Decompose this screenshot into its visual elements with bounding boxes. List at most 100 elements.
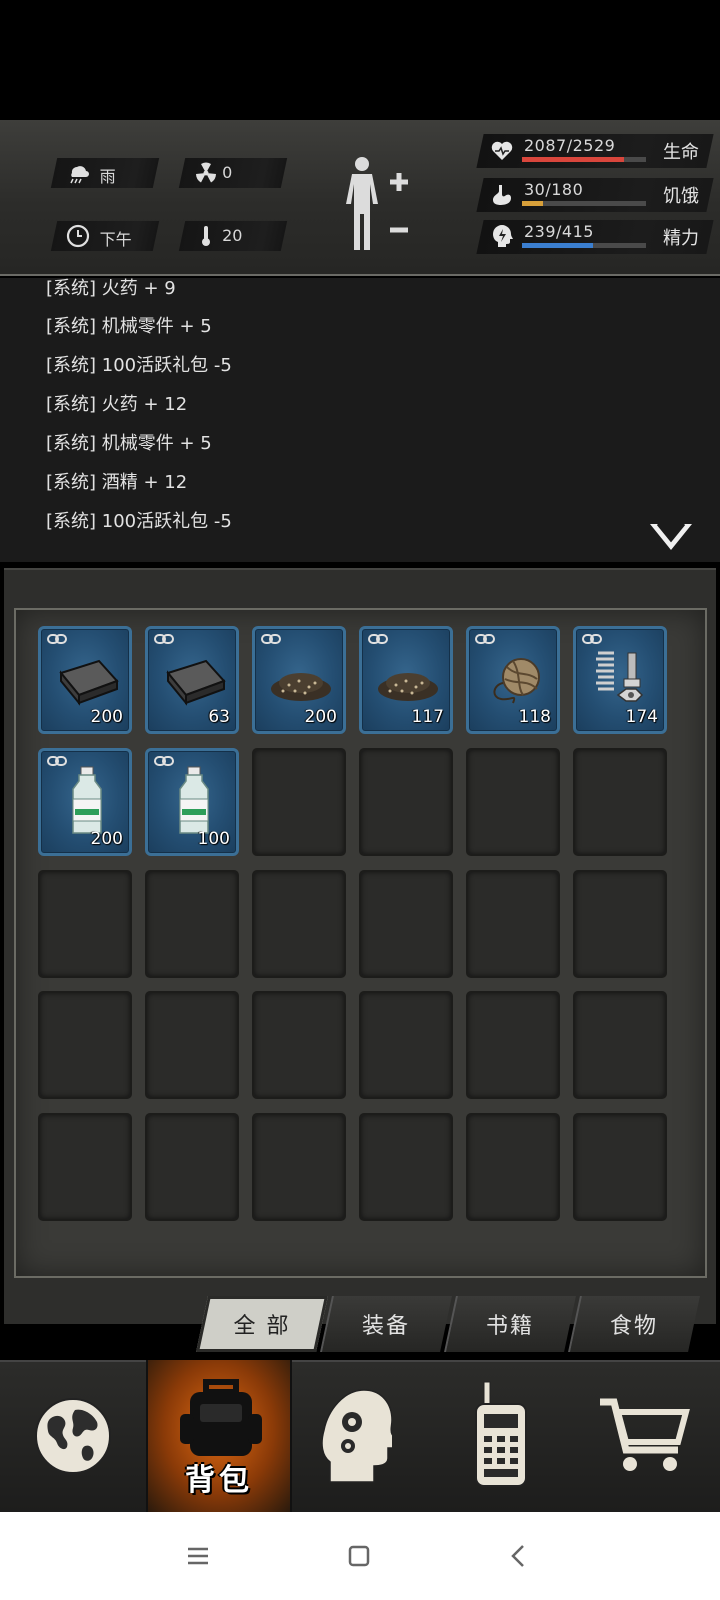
log-line: [系统] 火药 + 12 [46, 394, 188, 415]
log-line: [系统] 火药 + 9 [46, 278, 176, 299]
time-of-day: 下午 [99, 230, 132, 249]
tab-all-label: 全 部 [233, 1314, 291, 1339]
inventory-slot-empty[interactable] [466, 748, 560, 856]
hunger-stat: 30/180 饥饿 [476, 178, 714, 212]
temperature-value: 20 [222, 226, 243, 245]
alcohol-bottle-icon [72, 766, 102, 834]
inventory-slot-empty[interactable] [252, 748, 346, 856]
inventory-slot-empty[interactable] [359, 748, 453, 856]
inventory-slot-empty[interactable] [252, 991, 346, 1099]
inventory-slot-empty[interactable] [573, 870, 667, 978]
inventory-slot-item[interactable]: 117 [359, 626, 453, 734]
thermometer-icon [202, 226, 210, 246]
nav-radio-button[interactable] [438, 1360, 584, 1512]
item-quantity: 100 [197, 829, 230, 849]
log-line: [系统] 100活跃礼包 -5 [46, 511, 232, 532]
tab-books-label: 书籍 [485, 1314, 534, 1339]
inventory-slot-item[interactable]: 100 [145, 748, 239, 856]
energy-label: 精力 [663, 228, 699, 249]
inventory-slot-empty[interactable] [466, 991, 560, 1099]
weather-text: 雨 [99, 167, 116, 186]
time-chip: 下午 [50, 221, 160, 251]
tab-food-label: 食物 [609, 1314, 658, 1339]
nav-skills-button[interactable] [292, 1360, 438, 1512]
temperature-chip: 20 [178, 221, 288, 251]
tab-books[interactable]: 书籍 [444, 1296, 576, 1352]
spring-bolt-icon [596, 651, 644, 702]
inventory-slot-empty[interactable] [252, 1113, 346, 1221]
inventory-slot-empty[interactable] [573, 1113, 667, 1221]
cart-icon [600, 1398, 690, 1471]
clock-icon [66, 224, 90, 248]
item-quantity: 174 [625, 707, 658, 727]
tab-equipment-label: 装备 [361, 1314, 410, 1339]
inventory-slot-item[interactable]: 174 [573, 626, 667, 734]
brain-gears-icon [322, 1389, 392, 1483]
heart-icon [491, 141, 513, 160]
hunger-label: 饥饿 [663, 186, 699, 207]
message-log[interactable]: [系统] 火药 + 9 [系统] 机械零件 + 5 [系统] 100活跃礼包 -… [0, 278, 720, 562]
inventory-slot-empty[interactable] [466, 1113, 560, 1221]
nav-backpack-button[interactable]: 背包 [146, 1360, 292, 1512]
inventory-slot-empty[interactable] [359, 1113, 453, 1221]
stomach-icon [493, 185, 511, 205]
inventory-slot-empty[interactable] [38, 870, 132, 978]
item-quantity: 200 [90, 829, 123, 849]
tab-food[interactable]: 食物 [568, 1296, 700, 1352]
inventory-slot-item[interactable]: 200 [252, 626, 346, 734]
log-line: [系统] 机械零件 + 5 [46, 433, 212, 454]
inventory-slot-item[interactable]: 118 [466, 626, 560, 734]
head-lightning-icon [493, 225, 513, 247]
log-line: [系统] 机械零件 + 5 [46, 316, 212, 337]
body-figure-icon[interactable] [340, 154, 412, 254]
energy-value: 239/415 [524, 222, 594, 241]
item-quantity: 200 [304, 707, 337, 727]
log-line: [系统] 酒精 + 12 [46, 472, 188, 493]
home-square-icon[interactable] [343, 1540, 375, 1572]
nav-backpack-label: 背包 [185, 1463, 253, 1498]
item-quantity: 118 [518, 707, 551, 727]
health-value: 2087/2529 [524, 136, 616, 155]
energy-bar-fill [522, 243, 594, 248]
radio-icon [475, 1381, 527, 1487]
rope-ball-icon [493, 658, 540, 704]
metal-bar-icon [166, 659, 226, 706]
inventory-slot-empty[interactable] [145, 870, 239, 978]
health-label: 生命 [663, 142, 699, 163]
nav-shop-button[interactable] [584, 1360, 720, 1512]
health-stat: 2087/2529 生命 [476, 134, 714, 168]
back-chevron-icon[interactable] [503, 1540, 535, 1572]
tab-equipment[interactable]: 装备 [320, 1296, 452, 1352]
item-quantity: 63 [208, 707, 230, 727]
gunpowder-pile-icon [271, 673, 331, 701]
status-panel: 雨 0 下午 20 2087/2529 生命 30/180 饥饿 239/415… [0, 120, 720, 276]
health-bar-fill [522, 157, 625, 162]
radiation-value: 0 [222, 163, 233, 182]
hunger-value: 30/180 [524, 180, 584, 199]
inventory-slot-empty[interactable] [359, 870, 453, 978]
inventory-slot-item[interactable]: 200 [38, 748, 132, 856]
inventory-slot-empty[interactable] [145, 1113, 239, 1221]
inventory-slot-empty[interactable] [573, 748, 667, 856]
menu-icon[interactable] [182, 1540, 214, 1572]
tab-all[interactable]: 全 部 [196, 1296, 328, 1352]
inventory-slot-item[interactable]: 63 [145, 626, 239, 734]
backpack-icon [180, 1379, 262, 1456]
inventory-slot-empty[interactable] [252, 870, 346, 978]
inventory-slot-item[interactable]: 200 [38, 626, 132, 734]
item-quantity: 117 [411, 707, 444, 727]
nav-map-button[interactable] [0, 1360, 146, 1512]
collapse-log-chevron-icon[interactable] [648, 520, 694, 552]
weather-chip: 雨 [50, 158, 160, 188]
inventory-slot-empty[interactable] [359, 991, 453, 1099]
inventory-slot-empty[interactable] [145, 991, 239, 1099]
inventory-slot-empty[interactable] [466, 870, 560, 978]
rain-cloud-icon [70, 166, 89, 184]
inventory-slot-empty[interactable] [38, 991, 132, 1099]
radiation-chip: 0 [178, 158, 288, 188]
log-line: [系统] 100活跃礼包 -5 [46, 355, 232, 376]
inventory-slot-empty[interactable] [38, 1113, 132, 1221]
globe-icon [35, 1398, 111, 1474]
inventory-slot-empty[interactable] [573, 991, 667, 1099]
energy-stat: 239/415 精力 [476, 220, 714, 254]
